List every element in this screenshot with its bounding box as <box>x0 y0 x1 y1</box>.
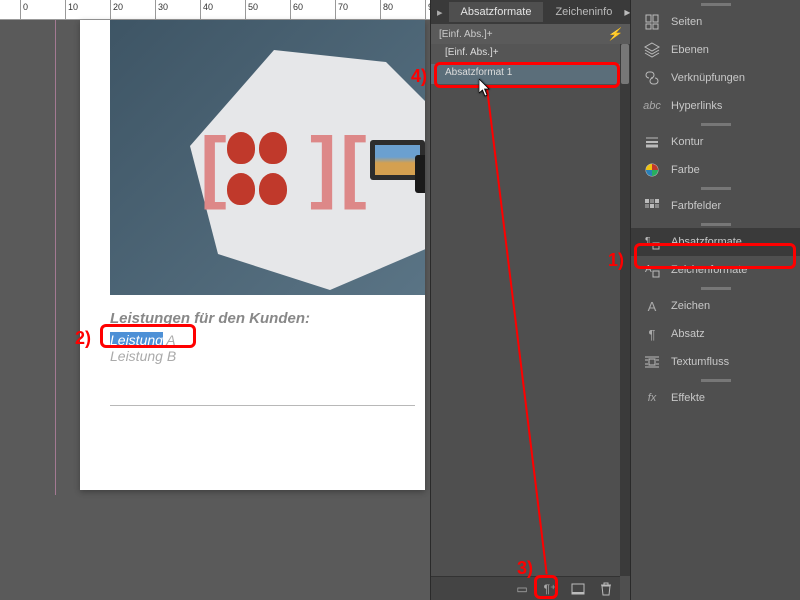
panel-item-zeichen[interactable]: A Zeichen <box>631 292 800 320</box>
bracket-left-1: [ <box>200 120 227 212</box>
style-list: [Einf. Abs.]+ Absatzformat 1 <box>431 44 630 84</box>
document-hero-image: [ ] [ ] <box>110 20 425 295</box>
panel-sub-header: [Einf. Abs.]+ ⚡ <box>431 24 630 44</box>
char-style-icon: A <box>641 262 663 278</box>
svg-text:A: A <box>645 264 652 275</box>
wrap-icon <box>641 354 663 370</box>
svg-text:¶: ¶ <box>645 236 650 247</box>
folder-icon[interactable]: ▭ <box>512 580 532 598</box>
ruler-tick: 0 <box>20 0 21 20</box>
layers-icon <box>641 42 663 58</box>
text-line-b: Leistung B <box>110 348 415 364</box>
stroke-icon <box>641 134 663 150</box>
ruler-tick: 50 <box>245 0 246 20</box>
scrollbar-thumb[interactable] <box>621 44 629 84</box>
scrollbar[interactable] <box>620 44 630 576</box>
ruler-tick: 40 <box>200 0 201 20</box>
panel-item-label: Farbfelder <box>671 200 721 212</box>
ruler-tick: 20 <box>110 0 111 20</box>
canvas-area: [ ] [ ] Leistungen für den Kunden: Leist… <box>0 20 430 600</box>
hyperlink-icon: abc <box>641 98 663 114</box>
panel-item-label: Seiten <box>671 16 702 28</box>
device-mockup <box>360 135 425 195</box>
text-heading: Leistungen für den Kunden: <box>110 310 415 327</box>
swatches-icon <box>641 198 663 214</box>
panel-item-label: Farbe <box>671 164 700 176</box>
panel-item-ebenen[interactable]: Ebenen <box>631 36 800 64</box>
char-icon: A <box>641 298 663 314</box>
panel-item-label: Textumfluss <box>671 356 729 368</box>
panel-item-zeichenformate[interactable]: A Zeichenformate <box>631 256 800 284</box>
panel-notch <box>631 376 800 384</box>
ruler-tick: 60 <box>290 0 291 20</box>
arrow-icon[interactable]: ▸ <box>431 6 449 19</box>
delete-icon[interactable] <box>596 580 616 598</box>
para-icon: ¶ <box>641 326 663 342</box>
fx-icon: fx <box>641 390 663 406</box>
panel-footer: ▭ ¶⁺ <box>431 576 620 600</box>
panel-item-effekte[interactable]: fx Effekte <box>631 384 800 412</box>
pages-icon <box>641 14 663 30</box>
horizontal-rule <box>110 405 415 406</box>
color-icon <box>641 162 663 178</box>
panel-notch <box>631 0 800 8</box>
panel-item-farbfelder[interactable]: Farbfelder <box>631 192 800 220</box>
panel-item-label: Absatz <box>671 328 705 340</box>
style-item-absatzformat-1[interactable]: Absatzformat 1 <box>431 64 630 84</box>
links-icon <box>641 70 663 86</box>
panel-item-absatz[interactable]: ¶ Absatz <box>631 320 800 348</box>
panel-item-kontur[interactable]: Kontur <box>631 128 800 156</box>
para-style-icon: ¶ <box>641 234 663 250</box>
panel-item-seiten[interactable]: Seiten <box>631 8 800 36</box>
new-style-icon[interactable] <box>568 580 588 598</box>
panel-item-verknpfungen[interactable]: Verknüpfungen <box>631 64 800 92</box>
bracket-right-1: ] <box>310 120 337 212</box>
ruler-tick: 30 <box>155 0 156 20</box>
panel-item-label: Absatzformate <box>671 236 742 248</box>
panel-item-farbe[interactable]: Farbe <box>631 156 800 184</box>
ruler-tick: 80 <box>380 0 381 20</box>
logo-group <box>225 130 295 200</box>
guide-line <box>55 20 56 495</box>
clear-override-icon[interactable]: ⚡ <box>607 27 622 41</box>
panel-item-label: Kontur <box>671 136 703 148</box>
ruler-tick: 10 <box>65 0 66 20</box>
clear-overrides-icon[interactable]: ¶⁺ <box>540 580 560 598</box>
tab-absatzformate[interactable]: Absatzformate <box>449 2 544 22</box>
panel-item-textumfluss[interactable]: Textumfluss <box>631 348 800 376</box>
panel-notch <box>631 284 800 292</box>
panel-item-label: Hyperlinks <box>671 100 722 112</box>
panel-tabs: ▸ Absatzformate Zeicheninfo ▸▸ ▾≡ <box>431 0 630 24</box>
text-line-a: Leistung A <box>110 332 415 348</box>
panel-item-hyperlinks[interactable]: abc Hyperlinks <box>631 92 800 120</box>
ruler-tick: 90 <box>425 0 426 20</box>
document-page: [ ] [ ] Leistungen für den Kunden: Leist… <box>80 20 425 490</box>
panel-item-label: Ebenen <box>671 44 709 56</box>
ruler-tick: 70 <box>335 0 336 20</box>
panel-notch <box>631 184 800 192</box>
panel-item-label: Effekte <box>671 392 705 404</box>
right-panel-dock: Seiten Ebenen Verknüpfungen abc Hyperlinks Ko… <box>630 0 800 600</box>
panel-item-label: Zeichenformate <box>671 264 747 276</box>
panel-item-label: Verknüpfungen <box>671 72 745 84</box>
text-frame[interactable]: Leistungen für den Kunden: Leistung A Le… <box>110 310 415 364</box>
panel-notch <box>631 120 800 128</box>
current-style-label: [Einf. Abs.]+ <box>439 29 493 40</box>
panel-notch <box>631 220 800 228</box>
selected-text: Leistung <box>110 332 163 348</box>
horizontal-ruler: 0 10 20 30 40 50 60 70 80 90 <box>0 0 430 20</box>
paragraph-styles-panel: ▸ Absatzformate Zeicheninfo ▸▸ ▾≡ [Einf.… <box>430 0 630 600</box>
style-item-basic[interactable]: [Einf. Abs.]+ <box>431 44 630 64</box>
panel-item-absatzformate[interactable]: ¶ Absatzformate <box>631 228 800 256</box>
panel-item-label: Zeichen <box>671 300 710 312</box>
tab-zeicheninfo[interactable]: Zeicheninfo <box>543 2 624 22</box>
